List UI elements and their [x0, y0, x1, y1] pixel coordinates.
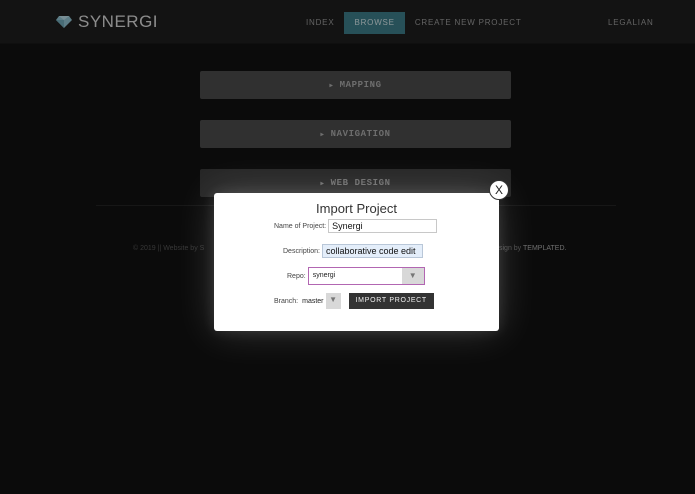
name-label: Name of Project: — [274, 222, 327, 230]
dropdown-arrow-icon: ▼ — [401, 268, 424, 284]
project-name-input[interactable]: Synergi — [328, 219, 438, 233]
name-row: Name of Project: Synergi — [274, 219, 438, 233]
modal-title: Import Project — [316, 201, 397, 216]
branch-label: Branch: — [274, 297, 299, 305]
import-project-button[interactable]: IMPORT PROJECT — [348, 293, 434, 309]
description-label: Description: — [283, 247, 320, 255]
close-modal-button[interactable]: X — [489, 180, 509, 200]
repo-row: Repo: synergi ▼ — [287, 267, 425, 285]
repo-label: Repo: — [287, 272, 306, 280]
branch-select[interactable]: master — [302, 298, 323, 305]
branch-row: Branch: master ▼ IMPORT PROJECT — [274, 293, 434, 309]
description-row: Description: collaborative code edit — [283, 244, 423, 258]
repo-select[interactable]: synergi ▼ — [307, 267, 425, 285]
page-background: SYNERGI INDEX BROWSE CREATE NEW PROJECT … — [0, 0, 695, 494]
dropdown-arrow-icon[interactable]: ▼ — [325, 293, 341, 309]
description-input[interactable]: collaborative code edit — [321, 244, 423, 258]
repo-selected-value: synergi — [312, 272, 336, 279]
import-project-modal: Import Project Name of Project: Synergi … — [214, 193, 499, 331]
